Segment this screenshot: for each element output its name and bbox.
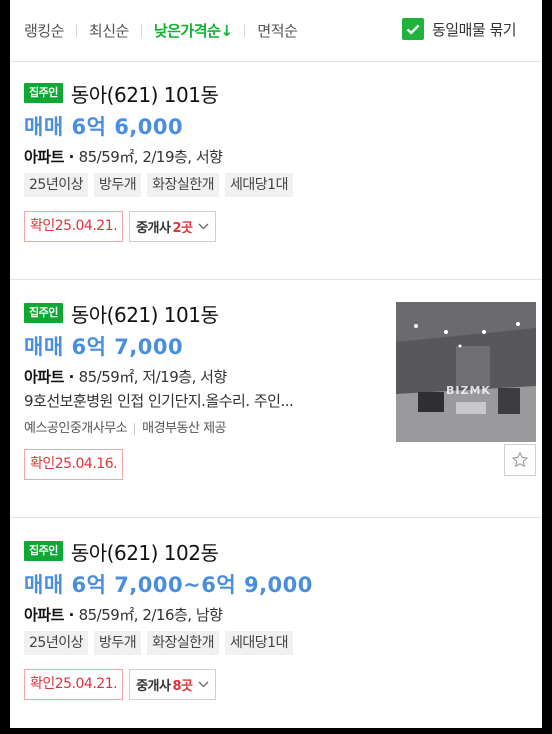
sort-ranking[interactable]: 랭킹순 (24, 20, 64, 41)
chevron-down-icon (199, 223, 209, 230)
tag-list: 25년이상 방두개 화장실한개 세대당1대 (24, 173, 542, 197)
listing-spec: 아파트 · 85/59㎡, 2/19층, 서향 (24, 148, 223, 166)
listing-spec: 아파트 · 85/59㎡, 2/16층, 남향 (24, 606, 223, 624)
tag: 25년이상 (24, 631, 88, 655)
listing-price: 매매 6억 6,000 (24, 115, 184, 139)
tag: 화장실한개 (147, 173, 220, 197)
divider (134, 423, 136, 435)
group-same-toggle[interactable]: 동일매물 묶기 (402, 18, 517, 40)
agent-label: 중개사 (136, 221, 171, 236)
listing-thumbnail[interactable]: BIZMK (396, 302, 536, 442)
favorite-button[interactable] (504, 444, 536, 476)
spec-detail: 85/59㎡, 2/16층, 남향 (78, 606, 223, 624)
owner-badge: 집주인 (24, 83, 63, 103)
tag: 세대당1대 (225, 631, 293, 655)
listing-name[interactable]: 동아(621) 101동 (71, 79, 219, 108)
tag: 25년이상 (24, 173, 88, 197)
thumbnail-watermark: BIZMK (446, 384, 491, 397)
star-outline-icon (511, 451, 529, 468)
listing-price: 매매 6억 7,000 (24, 335, 184, 359)
spec-detail: 85/59㎡, 2/19층, 서향 (78, 148, 223, 166)
listing-item[interactable]: 집주인 동아(621) 101동 매매 6억 7,000 아파트 · 85/59… (10, 280, 542, 518)
tag: 방두개 (93, 631, 142, 655)
property-type: 아파트 (24, 368, 64, 386)
listing-price: 매매 6억 7,000~6억 9,000 (24, 573, 313, 597)
agent-count: 8곳 (172, 679, 193, 694)
listing-description: 9호선보훈병원 인접 인기단지.올수리. 주인... (24, 392, 294, 410)
agent-label: 중개사 (136, 679, 171, 694)
property-type: 아파트 (24, 606, 64, 624)
listing-source: 예스공인중개사무소 매경부동산 제공 (24, 417, 359, 441)
sort-bar: 랭킹순 최신순 낮은가격순↓ 면적순 동일매물 묶기 (10, 0, 542, 62)
sort-area[interactable]: 면적순 (257, 20, 297, 41)
sort-latest[interactable]: 최신순 (89, 20, 129, 41)
listing-name[interactable]: 동아(621) 101동 (71, 299, 219, 328)
group-same-label: 동일매물 묶기 (432, 20, 517, 39)
spec-detail: 85/59㎡, 저/19층, 서향 (78, 368, 228, 386)
listing-item[interactable]: 집주인 동아(621) 101동 매매 6억 6,000 아파트 · 85/59… (10, 78, 542, 280)
listing-item[interactable]: 집주인 동아(621) 102동 매매 6억 7,000~6억 9,000 아파… (10, 536, 542, 728)
tag-list: 25년이상 방두개 화장실한개 세대당1대 (24, 631, 542, 655)
divider (140, 24, 142, 37)
divider (75, 24, 77, 37)
tag: 화장실한개 (147, 631, 220, 655)
agent-count: 2곳 (172, 221, 193, 236)
chevron-down-icon (199, 681, 209, 688)
owner-badge: 집주인 (24, 541, 63, 561)
listing-panel: 랭킹순 최신순 낮은가격순↓ 면적순 동일매물 묶기 집주인 동아(621) 1… (10, 0, 542, 728)
owner-badge: 집주인 (24, 303, 63, 323)
listing-name[interactable]: 동아(621) 102동 (71, 537, 219, 566)
confirm-date: 확인25.04.21. (24, 669, 124, 700)
agent-count-button[interactable]: 중개사 2곳 (129, 211, 217, 242)
checkbox-checked-icon[interactable] (402, 18, 424, 40)
provider-name: 매경부동산 제공 (142, 421, 226, 436)
sort-low-price[interactable]: 낮은가격순↓ (154, 20, 233, 41)
confirm-date: 확인25.04.16. (24, 449, 124, 480)
room-photo-icon (396, 302, 536, 442)
property-type: 아파트 (24, 148, 64, 166)
confirm-date: 확인25.04.21. (24, 211, 124, 242)
tag: 방두개 (93, 173, 142, 197)
listing-spec: 아파트 · 85/59㎡, 저/19층, 서향 (24, 368, 228, 386)
agent-count-button[interactable]: 중개사 8곳 (129, 669, 217, 700)
divider (244, 24, 246, 37)
agency-name[interactable]: 예스공인중개사무소 (24, 417, 128, 441)
tag: 세대당1대 (225, 173, 293, 197)
